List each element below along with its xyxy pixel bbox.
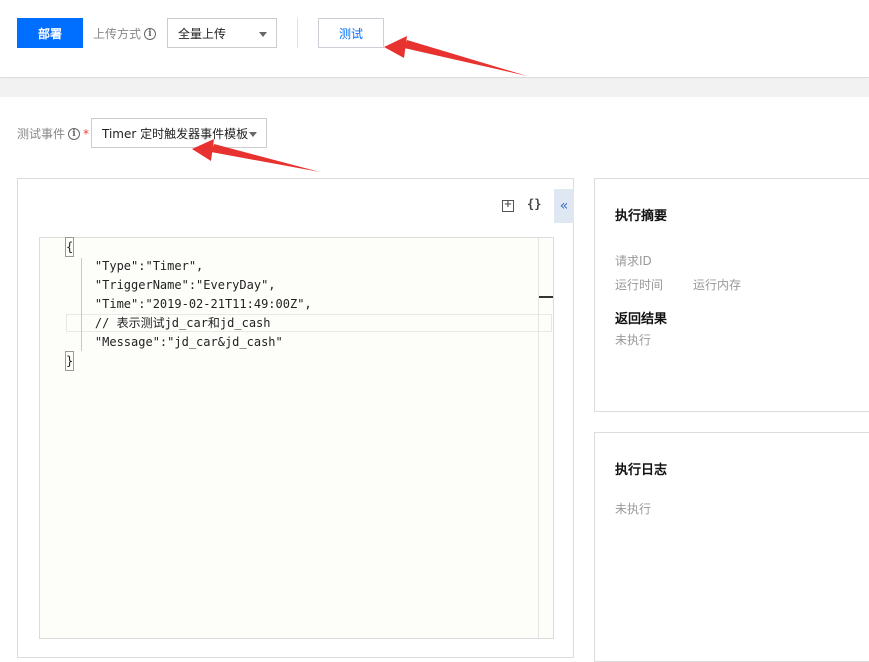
code-line[interactable]: } [64,351,75,371]
test-event-label-text: 测试事件 [17,127,66,141]
new-file-icon[interactable]: + [502,200,514,212]
test-button[interactable]: 测试 [318,18,384,48]
code-line[interactable]: // 表示测试jd_car和jd_cash [66,314,271,332]
test-event-editor-panel: + {} « { "Type":"Timer", "TriggerName":"… [17,178,574,658]
test-event-label: 测试事件 i * [17,125,89,142]
upload-mode-value: 全量上传 [178,26,227,41]
code-editor[interactable]: { "Type":"Timer", "TriggerName":"EveryDa… [39,237,554,639]
collapse-left-icon[interactable]: « [554,189,574,223]
required-mark: * [83,126,90,141]
execution-log-panel: 执行日志 未执行 [594,432,869,662]
info-icon[interactable]: i [144,27,157,40]
top-toolbar: 部署 上传方式 i 全量上传 测试 [0,0,869,78]
upload-mode-label: 上传方式 i [93,25,157,42]
format-braces-icon[interactable]: {} [527,197,541,211]
code-line[interactable]: "TriggerName":"EveryDay", [66,276,276,294]
test-event-template-value: Timer 定时触发器事件模板 [102,126,249,141]
code-line[interactable]: "Message":"jd_car&jd_cash" [66,333,283,351]
upload-mode-select[interactable]: 全量上传 [167,18,277,48]
toolbar-divider [297,18,298,48]
execution-summary-panel: 执行摘要 请求ID 运行时间 运行内存 返回结果 未执行 [594,178,869,412]
chevron-down-icon [259,32,267,37]
run-memory-label: 运行内存 [693,278,742,292]
request-id-label: 请求ID [615,254,652,268]
code-line[interactable]: "Type":"Timer", [66,257,203,275]
return-result-value: 未执行 [615,333,652,347]
scrollbar-cursor-marker [539,296,553,298]
test-event-template-select[interactable]: Timer 定时触发器事件模板 [91,118,267,148]
run-time-label: 运行时间 [615,278,664,292]
execution-log-title: 执行日志 [615,463,668,478]
editor-scrollbar[interactable] [538,238,539,638]
execution-summary-title: 执行摘要 [615,209,668,224]
upload-mode-label-text: 上传方式 [93,27,142,41]
section-separator [0,79,869,97]
return-result-title: 返回结果 [615,312,668,327]
chevron-down-icon [249,132,257,137]
code-line[interactable]: "Time":"2019-02-21T11:49:00Z", [66,295,312,313]
info-icon[interactable]: i [68,127,81,140]
deploy-button[interactable]: 部署 [17,18,83,48]
execution-log-value: 未执行 [615,502,652,516]
code-line[interactable]: { [64,237,75,257]
arrow-shaft [211,144,320,172]
